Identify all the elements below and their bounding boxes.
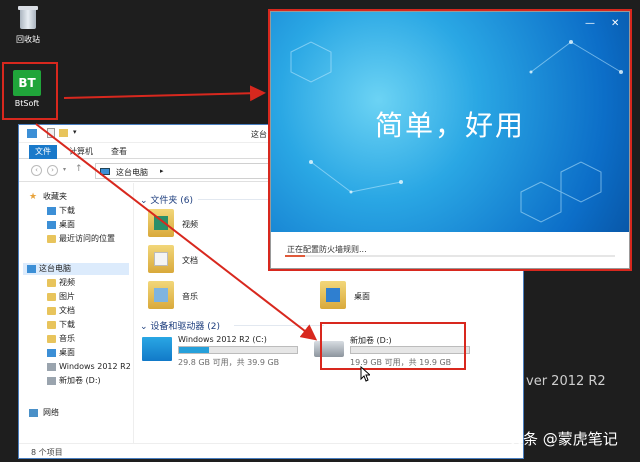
collapse-chevron-icon: ⌄ [140,196,151,206]
document-folder-icon [148,245,174,273]
computer-icon [27,265,36,273]
drive-c-usage-fill [179,347,209,353]
collapse-chevron-icon: ⌄ [140,322,151,332]
recent-places-icon [47,235,56,243]
arrow-to-installer [63,85,266,102]
download-folder-icon [47,321,56,329]
btsoft-shortcut[interactable]: BT BtSoft [2,68,52,120]
nav-network[interactable]: 网络 [27,407,59,419]
nav-pc-pictures[interactable]: 图片 [47,291,75,303]
nav-pc-videos[interactable]: 视频 [47,277,75,289]
navigation-pane: ★ 收藏夹 下载 桌面 最近访问的位置 这台电脑 视频 图片 文档 下载 音乐 … [19,183,133,443]
drives-group-header[interactable]: ⌄ 设备和驱动器 (2) [140,319,220,332]
nav-pc-desktop[interactable]: 桌面 [47,347,75,359]
desktop-icon [47,221,56,229]
quick-access-icon[interactable] [27,129,37,138]
drive-c[interactable]: Windows 2012 R2 (C:) 29.8 GB 可用，共 39.9 G… [142,333,312,373]
star-icon: ★ [29,192,38,202]
new-folder-icon[interactable] [59,129,68,137]
tab-file[interactable]: 文件 [29,145,57,159]
network-icon [29,409,38,417]
minimize-icon[interactable]: — [585,18,595,29]
nav-pc-music[interactable]: 音乐 [47,333,75,345]
windows-drive-icon [47,363,56,371]
recycle-bin-icon[interactable]: 回收站 [0,4,56,45]
back-arrow-icon[interactable]: ‹ [31,165,42,176]
nav-favorites[interactable]: ★ 收藏夹 [27,191,67,203]
drive-c-usage-bar [178,346,298,354]
installer-dialog: — ✕ 简单，好用 正在配置防火墙规则... [270,11,630,269]
hard-drive-icon [47,377,56,385]
close-icon[interactable]: ✕ [611,18,619,29]
computer-icon [100,168,110,175]
dropdown-chevron-icon[interactable]: ▾ [73,128,77,136]
item-count: 8 个项目 [31,448,63,457]
nav-pc-drive-d[interactable]: 新加卷 (D:) [47,375,101,387]
btsoft-label: BtSoft [14,99,40,108]
bt-logo-icon: BT [13,70,41,96]
nav-pc-downloads[interactable]: 下载 [47,319,75,331]
windows-drive-icon [142,337,172,361]
tab-view[interactable]: 查看 [111,146,127,157]
video-folder-icon [148,209,174,237]
nav-favorite-recent[interactable]: 最近访问的位置 [47,233,115,245]
picture-folder-icon [47,293,56,301]
installer-slogan: 简单，好用 [374,109,525,142]
nav-pc-documents[interactable]: 文档 [47,305,75,317]
document-folder-icon [47,307,56,315]
desktop-icon [47,349,56,357]
music-folder-icon [148,281,174,309]
up-arrow-icon[interactable]: ↑ [75,164,83,174]
tab-computer[interactable]: 计算机 [69,146,93,157]
installer-progress-bar [285,255,615,257]
download-icon [47,207,56,215]
breadcrumb-chevron-icon[interactable]: ▸ [160,167,164,175]
nav-this-pc[interactable]: 这台电脑 [23,263,129,275]
nav-favorite-downloads[interactable]: 下载 [47,205,75,217]
address-text: 这台电脑 [116,168,148,177]
drive-d-highlight [320,322,466,370]
recycle-bin-label: 回收站 [16,35,40,44]
drives-divider [234,325,324,326]
forward-arrow-icon[interactable]: › [47,165,58,176]
status-bar: 8 个项目 [19,443,523,459]
window-title: 这台 [251,130,267,139]
desktop-folder-icon [320,281,346,309]
folders-group-header[interactable]: ⌄ 文件夹 (6) [140,193,193,206]
background-os-text: ver 2012 R2 [526,374,606,389]
recent-chevron-icon[interactable]: ▾ [63,166,66,173]
installer-banner: — ✕ 简单，好用 [271,12,629,232]
installer-progress-fill [285,255,305,257]
music-folder-icon [47,335,56,343]
nav-favorite-desktop[interactable]: 桌面 [47,219,75,231]
installer-status-text: 正在配置防火墙规则... [287,245,367,254]
properties-icon[interactable] [47,128,55,138]
video-folder-icon [47,279,56,287]
mouse-cursor-icon [360,366,370,382]
nav-pc-drive-c[interactable]: Windows 2012 R2 [47,361,131,373]
trash-icon [17,4,39,30]
watermark-text: 头条 @蒙虎笔记 [508,430,618,448]
